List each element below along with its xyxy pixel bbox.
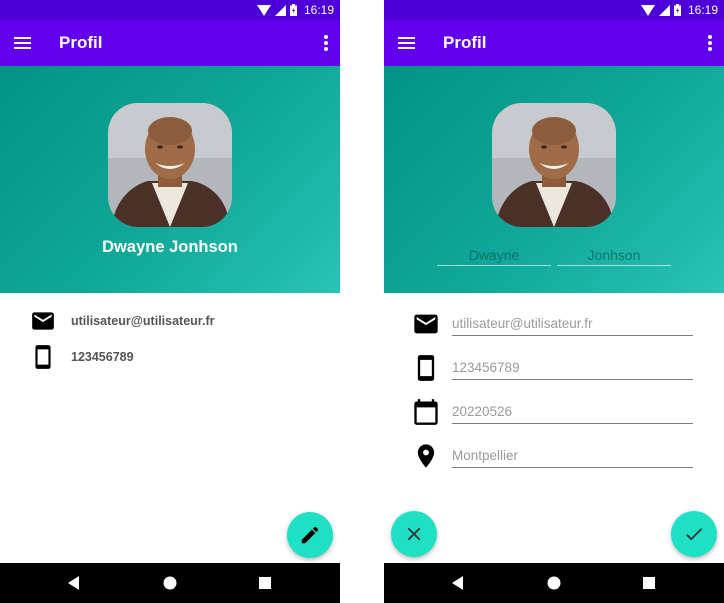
signal-icon bbox=[658, 4, 670, 16]
edit-fab-button[interactable] bbox=[287, 512, 333, 558]
phone-field[interactable] bbox=[452, 358, 693, 380]
city-form-row bbox=[412, 442, 694, 472]
wifi-icon bbox=[256, 4, 271, 16]
hamburger-menu-icon[interactable] bbox=[396, 32, 418, 54]
signal-icon bbox=[274, 4, 286, 16]
email-icon bbox=[414, 314, 438, 334]
view-profile-screen: 16:19 Profil Dwayne Jonhson utilisateur@… bbox=[0, 0, 340, 603]
status-time: 16:19 bbox=[303, 3, 334, 17]
smartphone-icon bbox=[35, 345, 51, 369]
check-icon bbox=[686, 528, 703, 541]
avatar[interactable] bbox=[492, 103, 616, 227]
app-bar: Profil bbox=[0, 20, 340, 66]
battery-icon bbox=[673, 4, 681, 16]
app-bar: Profil bbox=[384, 20, 724, 66]
birthdate-field[interactable] bbox=[452, 402, 693, 424]
battery-icon bbox=[289, 4, 297, 16]
email-value: utilisateur@utilisateur.fr bbox=[71, 314, 215, 328]
email-field[interactable] bbox=[452, 314, 693, 336]
page-title: Profil bbox=[59, 33, 103, 52]
cancel-fab-button[interactable] bbox=[391, 511, 437, 557]
phone-value: 123456789 bbox=[71, 350, 134, 364]
more-vert-icon[interactable] bbox=[320, 32, 332, 54]
birthdate-form-row bbox=[412, 398, 694, 428]
wifi-icon bbox=[640, 4, 655, 16]
email-icon bbox=[32, 312, 54, 330]
profile-full-name: Dwayne Jonhson bbox=[102, 238, 238, 256]
more-vert-icon[interactable] bbox=[704, 32, 716, 54]
recents-square-icon[interactable] bbox=[259, 577, 271, 589]
email-form-row bbox=[412, 310, 694, 340]
home-circle-icon[interactable] bbox=[547, 576, 561, 590]
profile-photo bbox=[492, 103, 616, 227]
smartphone-icon bbox=[417, 355, 435, 381]
confirm-fab-button[interactable] bbox=[671, 511, 717, 557]
calendar-icon bbox=[414, 399, 438, 425]
system-nav-bar bbox=[384, 563, 724, 603]
back-triangle-icon[interactable] bbox=[67, 576, 81, 590]
pencil-edit-icon bbox=[301, 526, 319, 544]
profile-photo bbox=[108, 103, 232, 227]
first-name-field[interactable] bbox=[437, 244, 551, 266]
status-bar: 16:19 bbox=[384, 0, 724, 20]
page-title: Profil bbox=[443, 33, 487, 52]
recents-square-icon[interactable] bbox=[643, 577, 655, 589]
close-icon bbox=[407, 527, 421, 541]
hamburger-menu-icon[interactable] bbox=[12, 32, 34, 54]
home-circle-icon[interactable] bbox=[163, 576, 177, 590]
city-field[interactable] bbox=[452, 446, 693, 468]
edit-profile-screen: 16:19 Profil bbox=[384, 0, 724, 603]
phone-form-row bbox=[412, 354, 694, 384]
location-pin-icon bbox=[417, 444, 435, 468]
status-bar: 16:19 bbox=[0, 0, 340, 20]
status-time: 16:19 bbox=[687, 3, 718, 17]
avatar bbox=[108, 103, 232, 227]
system-nav-bar bbox=[0, 563, 340, 603]
back-triangle-icon[interactable] bbox=[451, 576, 465, 590]
last-name-field[interactable] bbox=[557, 244, 671, 266]
